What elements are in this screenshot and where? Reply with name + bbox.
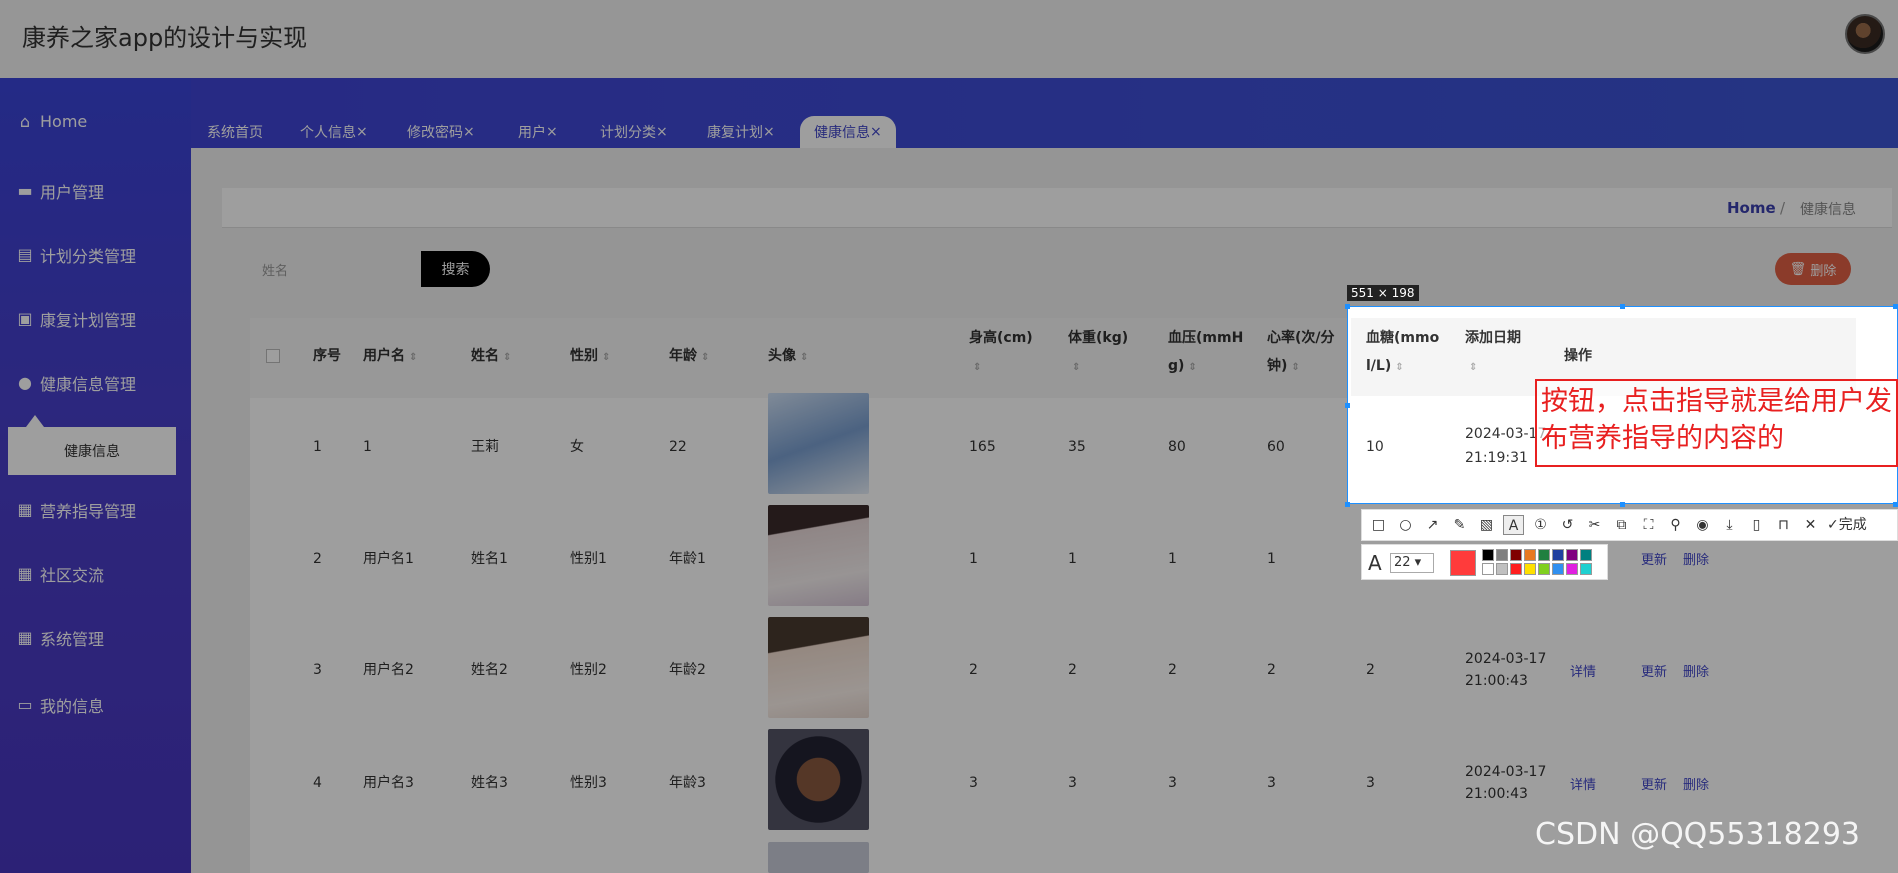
color-swatch[interactable]: [1566, 563, 1578, 575]
resize-handle[interactable]: [1893, 304, 1898, 309]
color-swatch[interactable]: [1482, 563, 1494, 575]
color-swatch[interactable]: [1510, 549, 1522, 561]
resize-handle[interactable]: [1893, 502, 1898, 507]
current-color-swatch[interactable]: [1450, 550, 1476, 576]
pin-icon[interactable]: ⚲: [1665, 515, 1686, 535]
text-tool-icon[interactable]: A: [1503, 515, 1524, 535]
col-label: 操作: [1564, 348, 1592, 364]
watermark: CSDN @QQ55318293: [1535, 817, 1860, 852]
col-blood-sugar[interactable]: 血糖(mmol/L) ⇕: [1366, 324, 1446, 382]
mosaic-icon[interactable]: ▧: [1476, 515, 1497, 535]
sort-icon[interactable]: ⇕: [1469, 362, 1477, 373]
ocr-icon[interactable]: ⛶: [1638, 515, 1659, 535]
col-date[interactable]: 添加日期 ⇕: [1465, 324, 1545, 382]
resize-handle[interactable]: [1620, 502, 1625, 507]
font-icon: A: [1368, 551, 1382, 575]
color-swatch[interactable]: [1496, 563, 1508, 575]
translate-icon[interactable]: ⧉: [1611, 515, 1632, 535]
arrow-icon[interactable]: ↗: [1422, 515, 1443, 535]
color-swatch[interactable]: [1524, 563, 1536, 575]
close-icon[interactable]: ✕: [1800, 515, 1821, 535]
cell-blood-sugar: 10: [1366, 439, 1384, 455]
color-swatch[interactable]: [1552, 549, 1564, 561]
number-marker-icon[interactable]: ①: [1530, 515, 1551, 535]
bookmark-icon[interactable]: ⊓: [1773, 515, 1794, 535]
color-swatch[interactable]: [1524, 549, 1536, 561]
text-options-bar: A 22 ▾: [1361, 544, 1608, 580]
font-size-value: 22: [1394, 555, 1411, 570]
cell-time: 21:19:31: [1465, 450, 1528, 466]
resize-handle[interactable]: [1345, 502, 1350, 507]
color-swatch[interactable]: [1552, 563, 1564, 575]
download-icon[interactable]: ⤓: [1719, 515, 1740, 535]
undo-icon[interactable]: ↺: [1557, 515, 1578, 535]
resize-handle[interactable]: [1620, 304, 1625, 309]
check-icon: ✓: [1827, 517, 1839, 533]
font-size-select[interactable]: 22 ▾: [1390, 553, 1434, 573]
selection-size-label: 551 × 198: [1347, 285, 1419, 301]
color-swatch[interactable]: [1482, 549, 1494, 561]
record-icon[interactable]: ◉: [1692, 515, 1713, 535]
annotation-text-box[interactable]: 按钮，点击指导就是给用户发布营养指导的内容的: [1535, 379, 1898, 467]
ellipse-icon[interactable]: ○: [1395, 515, 1416, 535]
screenshot-toolbar: □ ○ ↗ ✎ ▧ A ① ↺ ✂ ⧉ ⛶ ⚲ ◉ ⤓ ▯ ⊓ ✕ ✓完成: [1361, 509, 1898, 541]
pencil-icon[interactable]: ✎: [1449, 515, 1470, 535]
resize-handle[interactable]: [1345, 304, 1350, 309]
phone-icon[interactable]: ▯: [1746, 515, 1767, 535]
color-swatch[interactable]: [1496, 549, 1508, 561]
rectangle-icon[interactable]: □: [1368, 515, 1389, 535]
col-label: 添加日期: [1465, 330, 1521, 346]
color-swatch[interactable]: [1538, 549, 1550, 561]
done-label: 完成: [1838, 517, 1867, 533]
color-swatch[interactable]: [1510, 563, 1522, 575]
color-swatch[interactable]: [1566, 549, 1578, 561]
done-button[interactable]: ✓完成: [1827, 515, 1867, 535]
col-actions: 操作: [1564, 342, 1592, 370]
color-swatch[interactable]: [1580, 563, 1592, 575]
sort-icon[interactable]: ⇕: [1395, 362, 1403, 373]
color-swatch[interactable]: [1580, 549, 1592, 561]
color-swatch[interactable]: [1538, 563, 1550, 575]
resize-handle[interactable]: [1345, 403, 1350, 408]
scissors-icon[interactable]: ✂: [1584, 515, 1605, 535]
